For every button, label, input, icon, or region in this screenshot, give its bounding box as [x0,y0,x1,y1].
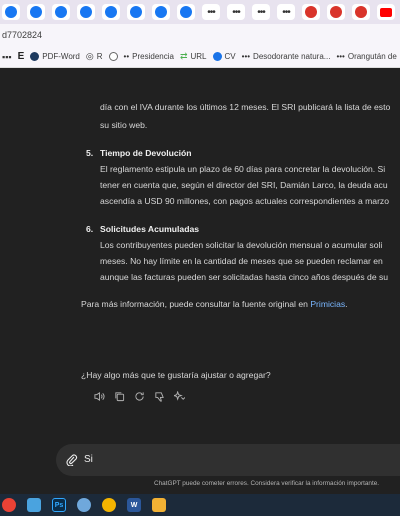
list-number: 6. [86,224,94,234]
facebook-icon [130,6,142,18]
more-dots-icon: ••• [282,6,290,18]
dots-icon: ••• [336,52,345,61]
r-icon: ◎ [85,51,94,61]
tab-facebook[interactable] [177,4,195,20]
bookmark-label: PDF-Word [42,52,80,61]
link-icon: ⇄ [179,51,188,61]
news-icon [355,6,367,18]
list-item-line: aunque las facturas pueden ser solicitad… [100,272,389,282]
bookmark-label: Orangután de [347,52,397,61]
source-link[interactable]: Primicias [310,299,345,309]
tab-youtube[interactable] [377,4,395,20]
more-dots-icon: ••• [232,6,240,18]
source-sentence: Para más información, puede consultar la… [81,299,348,309]
chrome-icon[interactable] [2,498,16,512]
cv-icon [212,52,222,61]
bookmark-label: R [96,52,103,61]
message-input-box[interactable] [56,444,400,476]
tab-more[interactable]: ••• [202,4,220,20]
speaker-icon[interactable] [94,391,105,402]
list-item-title: Tiempo de Devolución [100,148,192,158]
bookmark-label: Presidencia [132,52,174,61]
facebook-icon [55,6,67,18]
list-item-title: Solicitudes Acumuladas [100,224,200,234]
bookmark-cv[interactable]: CV [212,52,236,61]
chrome-alt-icon[interactable] [102,498,116,512]
sparkle-model-icon[interactable] [174,391,185,402]
more-dots-icon: ••• [207,6,215,18]
tab-news[interactable] [352,4,370,20]
source-prefix: Para más información, puede consultar la… [81,299,311,309]
dots-icon: ••• [241,52,251,61]
e-icon: E [17,51,25,62]
tab-facebook[interactable] [27,4,45,20]
files-icon[interactable] [27,498,41,512]
news-icon [305,6,317,18]
paragraph-line: día con el IVA durante los últimos 12 me… [100,102,391,112]
address-bar[interactable]: d7702824 [0,24,400,46]
bookmark-label: URL [190,52,207,61]
taskbar: Ps W [0,494,400,516]
attach-icon[interactable] [66,454,78,466]
facebook-icon [105,6,117,18]
facebook-icon [80,6,92,18]
list-item-line: ascendía a USD 90 millones, con pagos ac… [100,196,390,206]
copy-icon[interactable] [114,391,125,402]
tab-facebook[interactable] [77,4,95,20]
tab-facebook[interactable] [2,4,20,20]
tab-news[interactable] [302,4,320,20]
source-suffix: . [345,299,348,309]
tab-more[interactable]: ••• [277,4,295,20]
facebook-icon [5,6,17,18]
browser-tab-strip: ••• ••• ••• ••• [0,0,400,24]
list-item-line: Los contribuyentes pueden solicitar la d… [100,240,383,250]
message-input-value[interactable]: Si [84,454,93,465]
disclaimer-text: ChatGPT puede cometer errores. Considera… [154,480,380,487]
tab-more[interactable]: ••• [252,4,270,20]
facebook-icon [30,6,42,18]
bookmark-orangutan[interactable]: ••• Orangután de [336,52,396,61]
seal-icon [108,52,118,61]
list-number: 5. [86,148,94,158]
youtube-icon [380,7,392,17]
assistant-question: ¿Hay algo más que te gustaría ajustar o … [81,370,271,380]
bookmark-url[interactable]: ⇄ URL [180,51,207,62]
video-icon[interactable] [152,498,166,512]
bookmark-e[interactable]: E [18,51,25,62]
list-item-line: tener en cuenta que, según el director d… [100,180,388,190]
apps-icon: ▪▪▪ [2,51,12,62]
tab-more[interactable]: ••• [227,4,245,20]
tab-news[interactable] [327,4,345,20]
facebook-icon [180,6,192,18]
list-item-line: meses. No hay límite en la cantidad de m… [100,256,383,266]
bookmark-desodorante[interactable]: ••• Desodorante natura... [242,52,331,61]
more-dots-icon: ••• [257,6,265,18]
bookmark-seal[interactable] [108,52,118,61]
tab-facebook[interactable] [152,4,170,20]
dots-icon: •• [123,52,130,61]
bookmark-r[interactable]: ◎ R [86,51,103,62]
bookmark-label: Desodorante natura... [253,52,331,61]
paragraph-line: su sitio web. [100,120,148,130]
bird-icon[interactable] [77,498,91,512]
tab-facebook[interactable] [52,4,70,20]
pdf-icon [30,52,40,61]
facebook-icon [155,6,167,18]
message-actions [94,391,185,402]
bookmark-pdf-word[interactable]: PDF-Word [30,52,80,61]
tab-facebook[interactable] [127,4,145,20]
regenerate-icon[interactable] [134,391,145,402]
tab-facebook[interactable] [102,4,120,20]
photoshop-icon[interactable]: Ps [52,498,66,512]
bookmark-apps[interactable]: ▪▪▪ [2,52,12,62]
news-icon [330,6,342,18]
list-item-line: El reglamento estipula un plazo de 60 dí… [100,164,386,174]
bookmark-label: CV [224,52,236,61]
bookmarks-bar: ▪▪▪ E PDF-Word ◎ R •• Presidencia ⇄ URL CV … [0,46,400,68]
word-icon[interactable]: W [127,498,141,512]
chat-area: día con el IVA durante los últimos 12 me… [0,68,400,494]
thumbs-down-icon[interactable] [154,391,165,402]
bookmark-presidencia[interactable]: •• Presidencia [124,52,174,61]
